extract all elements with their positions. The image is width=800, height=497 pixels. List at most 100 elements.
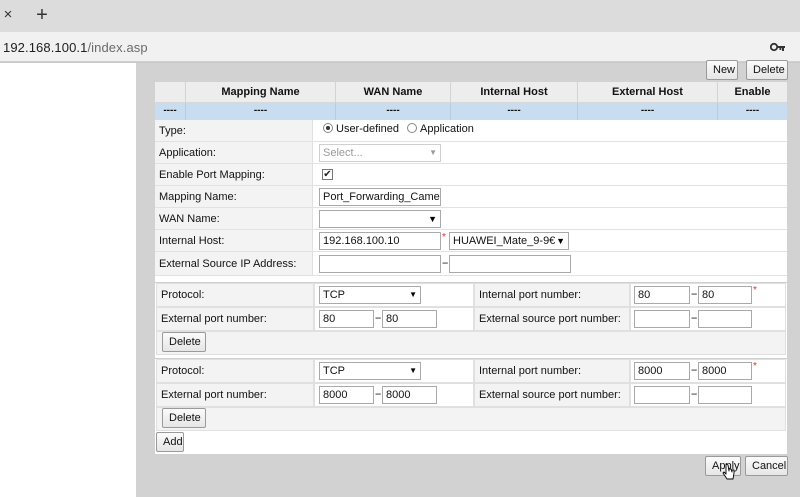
user-defined-radio[interactable] — [323, 123, 333, 133]
range-separator: -- — [375, 312, 381, 324]
close-tab-icon[interactable]: × — [0, 4, 16, 26]
delete-row-2 — [156, 407, 786, 431]
application-select[interactable]: Select... ▼ — [319, 144, 441, 162]
ext-source-port-start-input[interactable] — [634, 310, 690, 328]
protocol-label: Protocol: — [156, 283, 314, 307]
external-port-label: External port number: — [156, 307, 314, 331]
external-port-end-input[interactable]: 8000 — [382, 386, 437, 404]
user-defined-label: User-defined — [336, 123, 399, 135]
chevron-down-icon: ▼ — [555, 233, 565, 249]
application-label: Application — [420, 123, 474, 135]
protocol-value: TCP — [323, 289, 345, 301]
enable-port-mapping-checkbox[interactable]: ✔ — [322, 169, 333, 180]
application-radio[interactable] — [407, 123, 418, 133]
mapping-table-header: Mapping Name WAN Name Internal Host Exte… — [155, 82, 787, 103]
header-wan-name: WAN Name — [335, 82, 450, 102]
external-port-start-input[interactable]: 80 — [319, 310, 374, 328]
external-source-port-label: External source port number: — [474, 383, 630, 407]
chevron-down-icon: ▼ — [409, 366, 417, 375]
header-mapping-name: Mapping Name — [185, 82, 335, 102]
chevron-down-icon: ▼ — [428, 214, 437, 224]
wan-name-select[interactable]: ▼ — [319, 210, 441, 228]
internal-port-start-input[interactable]: 8000 — [634, 362, 690, 380]
table-row[interactable]: ---- ---- ---- ---- ---- ---- — [155, 103, 787, 120]
mapping-name-input[interactable]: Port_Forwarding_Camer — [319, 188, 441, 206]
header-enable: Enable — [717, 82, 787, 102]
row-cell: ---- — [577, 103, 717, 120]
internal-host-device-value: HUAWEI_Mate_9-9€ — [453, 235, 556, 247]
internal-port-label: Internal port number: — [474, 359, 630, 383]
left-panel — [0, 63, 136, 497]
delete-port-button-1[interactable]: Delete — [162, 332, 206, 352]
application-row: Application: Select... ▼ — [155, 142, 787, 164]
ext-source-port-end-input[interactable] — [698, 386, 752, 404]
range-separator: -- — [691, 388, 697, 400]
url-host: 192.168.100.1 — [3, 40, 88, 55]
ext-source-port-end-input[interactable] — [698, 310, 752, 328]
internal-host-row: Internal Host: 192.168.100.10 * HUAWEI_M… — [155, 230, 787, 252]
url-path: /index.asp — [87, 40, 148, 55]
new-button[interactable]: New — [706, 60, 738, 80]
range-separator: -- — [375, 388, 381, 400]
key-icon[interactable] — [770, 41, 786, 53]
enable-row: Enable Port Mapping: ✔ — [155, 164, 787, 186]
external-source-ip-label: External Source IP Address: — [155, 252, 313, 275]
header-external-host: External Host — [577, 82, 717, 102]
address-bar[interactable]: 192.168.100.1/index.asp — [0, 32, 800, 62]
wan-name-row: WAN Name: ▼ — [155, 208, 787, 230]
ext-source-ip-end-input[interactable] — [449, 255, 571, 273]
range-separator: -- — [691, 288, 697, 300]
mouse-cursor-icon — [722, 463, 735, 480]
header-internal-host: Internal Host — [450, 82, 577, 102]
required-marker: * — [753, 285, 757, 296]
protocol-label: Protocol: — [156, 359, 314, 383]
internal-port-label: Internal port number: — [474, 283, 630, 307]
header-select — [155, 82, 185, 102]
mapping-name-label: Mapping Name: — [155, 186, 313, 207]
mapping-name-row: Mapping Name: Port_Forwarding_Camer — [155, 186, 787, 208]
type-label: Type: — [155, 120, 313, 141]
delete-mapping-button[interactable]: Delete — [746, 60, 788, 80]
delete-row-1 — [156, 331, 786, 355]
cancel-button[interactable]: Cancel — [745, 456, 788, 476]
protocol-select[interactable]: TCP ▼ — [319, 286, 421, 304]
required-marker: * — [442, 232, 446, 243]
internal-port-start-input[interactable]: 80 — [634, 286, 690, 304]
row-cell: ---- — [450, 103, 577, 120]
external-port-start-input[interactable]: 8000 — [319, 386, 374, 404]
row-cell: ---- — [163, 105, 177, 116]
new-tab-icon[interactable]: + — [32, 3, 52, 27]
protocol-select[interactable]: TCP ▼ — [319, 362, 421, 380]
tab-strip: × + — [0, 0, 800, 32]
chevron-down-icon: ▼ — [409, 290, 417, 299]
row-cell: ---- — [717, 103, 787, 120]
wan-name-label: WAN Name: — [155, 208, 313, 229]
url-text[interactable]: 192.168.100.1/index.asp — [3, 40, 148, 55]
internal-host-input[interactable]: 192.168.100.10 — [319, 232, 441, 250]
application-label: Application: — [155, 142, 313, 163]
add-port-button[interactable]: Add — [156, 432, 184, 452]
protocol-value: TCP — [323, 365, 345, 377]
delete-port-button-2[interactable]: Delete — [162, 408, 206, 428]
range-separator: -- — [691, 364, 697, 376]
ext-source-port-start-input[interactable] — [634, 386, 690, 404]
application-select-value: Select... — [323, 147, 363, 159]
external-port-end-input[interactable]: 80 — [382, 310, 437, 328]
external-source-port-label: External source port number: — [474, 307, 630, 331]
required-marker: * — [753, 361, 757, 372]
range-separator: -- — [691, 312, 697, 324]
ext-source-ip-start-input[interactable] — [319, 255, 441, 273]
internal-host-label: Internal Host: — [155, 230, 313, 251]
ext-source-ip-row: External Source IP Address: -- — [155, 252, 787, 276]
enable-port-mapping-label: Enable Port Mapping: — [155, 164, 313, 185]
external-port-label: External port number: — [156, 383, 314, 407]
row-cell: ---- — [185, 103, 335, 120]
type-options: User-defined Application — [323, 123, 474, 135]
row-cell: ---- — [335, 103, 450, 120]
chevron-down-icon: ▼ — [429, 148, 437, 157]
internal-port-end-input[interactable]: 8000 — [698, 362, 752, 380]
internal-host-device-select[interactable]: HUAWEI_Mate_9-9€ ▼ — [449, 232, 569, 250]
internal-port-end-input[interactable]: 80 — [698, 286, 752, 304]
range-separator: -- — [442, 257, 448, 269]
type-row: Type: User-defined Application — [155, 120, 787, 142]
